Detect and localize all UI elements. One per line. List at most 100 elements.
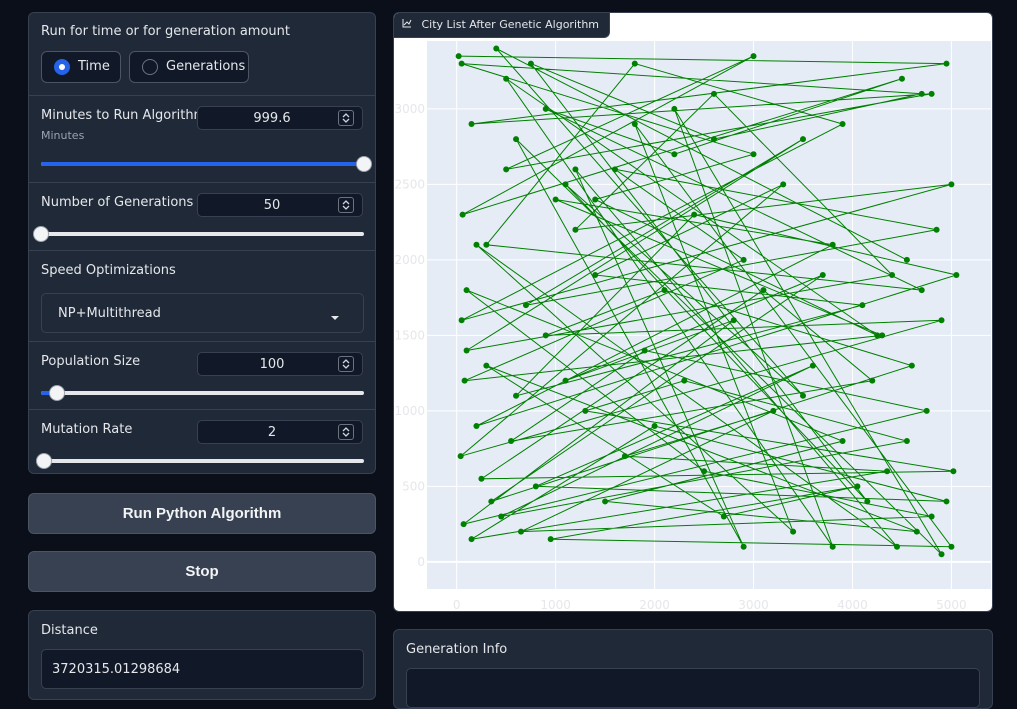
population-label: Population Size	[41, 354, 141, 369]
population-value: 100	[259, 357, 285, 372]
city-point	[483, 241, 490, 248]
spinner-icon[interactable]	[338, 110, 354, 126]
city-point	[592, 271, 599, 278]
city-point	[602, 498, 609, 505]
mutation-value: 2	[267, 425, 277, 440]
speed-dropdown[interactable]: NP+Multithread	[41, 293, 364, 333]
city-point	[710, 90, 717, 97]
city-point	[612, 166, 618, 173]
chart-icon	[402, 13, 412, 37]
city-point	[542, 332, 549, 339]
mutation-slider[interactable]	[36, 453, 364, 469]
city-point	[800, 392, 806, 399]
city-point	[461, 377, 468, 384]
city-point	[503, 75, 510, 82]
generations-slider[interactable]	[33, 226, 364, 242]
x-tick-label: 3000	[738, 598, 769, 612]
distance-field[interactable]: 3720315.01298684	[41, 649, 364, 689]
city-point	[730, 317, 737, 324]
city-point	[938, 317, 945, 324]
x-tick-label: 1000	[540, 598, 571, 612]
city-point	[562, 377, 569, 384]
city-point	[621, 453, 628, 460]
city-point	[903, 438, 910, 445]
city-point	[923, 407, 930, 414]
y-tick-label: 500	[402, 479, 425, 493]
x-tick-label: 2000	[639, 598, 670, 612]
run-algorithm-button[interactable]: Run Python Algorithm	[28, 493, 376, 534]
city-point	[542, 105, 549, 112]
plot-tab: City List After Genetic Algorithm	[394, 13, 611, 38]
minutes-slider[interactable]	[41, 156, 372, 172]
city-point	[908, 362, 915, 369]
radio-generations-label: Generations	[166, 59, 246, 74]
city-point	[651, 422, 658, 429]
y-tick-label: 0	[417, 555, 425, 569]
city-point	[809, 362, 816, 369]
city-point	[829, 241, 836, 248]
population-slider[interactable]	[41, 385, 364, 401]
y-tick-label: 2500	[394, 177, 425, 191]
mutation-label: Mutation Rate	[41, 422, 133, 437]
city-point	[681, 377, 688, 384]
distance-value: 3720315.01298684	[52, 662, 181, 677]
city-point	[829, 543, 836, 550]
city-point	[463, 347, 470, 354]
city-point	[953, 271, 960, 278]
radio-time[interactable]: Time	[41, 51, 121, 83]
population-slider-thumb[interactable]	[49, 385, 66, 401]
city-point	[691, 211, 698, 218]
city-point	[740, 543, 747, 550]
city-point	[522, 302, 529, 309]
generations-slider-thumb[interactable]	[33, 226, 49, 242]
city-point	[463, 287, 470, 294]
generations-label: Number of Generations	[41, 195, 194, 210]
settings-panel: Run for time or for generation amount Ti…	[28, 12, 376, 474]
generations-block: Number of Generations 50	[29, 183, 375, 251]
city-point	[552, 196, 559, 203]
city-point	[532, 483, 539, 490]
run-mode-label: Run for time or for generation amount	[41, 24, 290, 39]
city-point	[631, 60, 638, 67]
spinner-icon[interactable]	[338, 424, 354, 440]
mutation-slider-thumb[interactable]	[36, 453, 53, 469]
y-tick-label: 2000	[394, 253, 425, 267]
city-point	[671, 105, 678, 112]
city-point	[572, 226, 579, 233]
city-point	[527, 60, 534, 67]
city-point	[894, 543, 900, 550]
city-point	[701, 468, 708, 475]
generations-value: 50	[263, 198, 281, 213]
city-point	[468, 536, 475, 543]
population-input[interactable]: 100	[197, 352, 363, 376]
minutes-block: Minutes to Run Algorithm Minutes 999.6	[29, 96, 375, 183]
city-point	[859, 302, 866, 309]
radio-generations[interactable]: Generations	[129, 51, 249, 83]
y-tick-label: 3000	[394, 102, 425, 116]
spinner-icon[interactable]	[338, 197, 354, 213]
minutes-input[interactable]: 999.6	[197, 106, 363, 130]
generations-input[interactable]: 50	[197, 193, 363, 217]
city-point	[928, 90, 935, 97]
city-point	[458, 317, 465, 324]
minutes-slider-thumb[interactable]	[356, 156, 372, 172]
city-point	[790, 528, 797, 535]
city-point	[503, 166, 510, 173]
spinner-icon[interactable]	[338, 356, 354, 372]
city-point	[493, 45, 500, 52]
plot-tab-label: City List After Genetic Algorithm	[421, 18, 600, 31]
mutation-input[interactable]: 2	[197, 420, 363, 444]
generation-info-label: Generation Info	[406, 642, 508, 657]
city-point	[455, 53, 462, 60]
minutes-slider-fill	[41, 162, 364, 166]
city-point	[898, 75, 905, 82]
stop-button[interactable]: Stop	[28, 551, 376, 592]
generation-info-field[interactable]	[406, 668, 980, 708]
city-route-plot[interactable]: 0 1000 2000 3000 4000 5000 0 500 1000 1500 2000 250…	[394, 13, 993, 612]
city-point	[770, 407, 777, 414]
city-point	[918, 90, 925, 97]
city-point	[943, 498, 950, 505]
city-point	[874, 332, 881, 339]
city-point	[473, 241, 480, 248]
city-point	[631, 121, 638, 128]
